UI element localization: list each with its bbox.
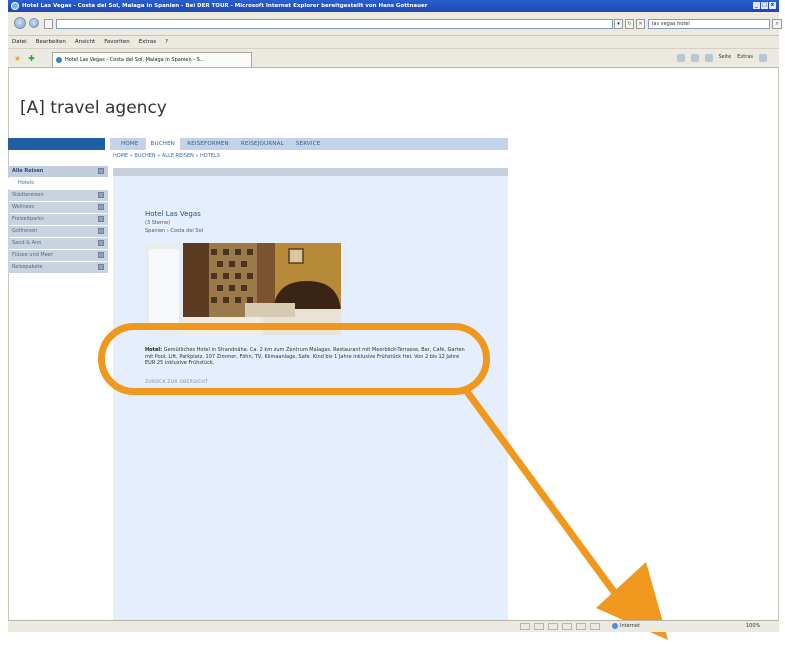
sidebar-item-alle-reisen[interactable]: Alle Reisen <box>8 166 108 177</box>
collapse-icon[interactable] <box>98 168 104 174</box>
expand-icon[interactable] <box>98 228 104 234</box>
sidebar-item-wellness[interactable]: Wellness <box>8 202 108 213</box>
address-input[interactable] <box>56 19 613 29</box>
globe-icon <box>612 622 618 629</box>
sidebar-header-bar <box>8 138 105 150</box>
zoom-level[interactable]: 100% <box>746 622 760 631</box>
sidebar-item-hotels[interactable]: Hotels <box>8 178 108 189</box>
sidebar-item-golfreisen[interactable]: Golfreisen <box>8 226 108 237</box>
security-zone-label: Internet <box>620 623 640 629</box>
main-navigation: HOME BUCHEN REISEFORMEN REISEJOURNAL SER… <box>110 138 508 150</box>
status-segment <box>576 623 586 630</box>
expand-icon[interactable] <box>98 216 104 222</box>
menu-help[interactable]: ? <box>165 36 168 48</box>
nav-reisejournal[interactable]: REISEJOURNAL <box>236 138 289 150</box>
nav-service[interactable]: SERVICE <box>291 138 326 150</box>
address-bar: ‹ › ▾ ↻ ✕ las vegas hotel ⌕ <box>8 12 782 36</box>
hotel-location: Spanien › Costa del Sol <box>145 228 204 234</box>
sidebar-item-reisepakete[interactable]: Reisepakete <box>8 262 108 273</box>
hotel-room-photo <box>145 243 341 335</box>
expand-icon[interactable] <box>98 252 104 258</box>
menu-favoriten[interactable]: Favoriten <box>104 36 129 48</box>
back-icon[interactable]: ‹ <box>14 17 26 29</box>
page-icon <box>44 19 53 29</box>
nav-buchen[interactable]: BUCHEN <box>145 138 181 150</box>
status-bar: Internet 100% <box>8 620 779 632</box>
expand-icon[interactable] <box>98 264 104 270</box>
print-icon[interactable] <box>704 54 713 62</box>
sidebar-item-label: Alle Reisen <box>12 168 44 174</box>
forward-icon[interactable]: › <box>29 18 39 28</box>
status-segment <box>520 623 530 630</box>
status-segment <box>590 623 600 630</box>
hotel-name: Hotel Las Vegas <box>145 210 201 218</box>
breadcrumb[interactable]: HOME » BUCHEN » ALLE REISEN » HOTELS <box>113 153 220 159</box>
status-segment <box>548 623 558 630</box>
nav-home[interactable]: HOME <box>116 138 144 150</box>
menu-bar: Datei Bearbeiten Ansicht Favoriten Extra… <box>8 36 779 49</box>
search-input[interactable]: las vegas hotel <box>648 19 770 29</box>
add-favorite-icon[interactable]: ✚ <box>27 54 36 63</box>
help-icon[interactable] <box>759 54 767 62</box>
status-segment <box>534 623 544 630</box>
site-title: [A] travel agency <box>20 98 167 118</box>
expand-icon[interactable] <box>98 192 104 198</box>
sidebar-item-label: Hotels <box>18 180 34 186</box>
sidebar-item-label: Sand & Ann <box>12 240 42 246</box>
maximize-button[interactable]: □ <box>761 2 768 9</box>
window-titlebar: Hotel Las Vegas - Costa del Sol, Malaga … <box>8 0 779 12</box>
menu-bearbeiten[interactable]: Bearbeiten <box>36 36 66 48</box>
sidebar-item-label: Städtereisen <box>12 192 44 198</box>
sidebar-item-staedtereisen[interactable]: Städtereisen <box>8 190 108 201</box>
close-window-button[interactable]: x <box>769 2 776 9</box>
sidebar-item-label: Reisepakete <box>12 264 43 270</box>
address-dropdown-icon[interactable]: ▾ <box>614 19 623 29</box>
browser-tab[interactable]: Hotel Las Vegas - Costa del Sol, Malaga … <box>52 52 252 67</box>
nav-reiseformen[interactable]: REISEFORMEN <box>182 138 234 150</box>
window-controls: _ □ x <box>753 2 776 9</box>
tools-menu[interactable]: Extras <box>737 54 753 62</box>
sidebar: Alle Reisen Hotels Städtereisen Wellness… <box>8 166 108 274</box>
content-header-stripe <box>113 168 508 176</box>
sidebar-item-sand-ann[interactable]: Sand & Ann <box>8 238 108 249</box>
home-icon[interactable] <box>676 54 685 62</box>
refresh-icon[interactable]: ↻ <box>625 19 634 29</box>
sidebar-item-fluesse-meer[interactable]: Flüsse und Meer <box>8 250 108 261</box>
menu-extras[interactable]: Extras <box>139 36 156 48</box>
search-icon[interactable]: ⌕ <box>772 19 782 29</box>
sidebar-item-label: Freizeitparks <box>12 216 44 222</box>
highlight-oval <box>98 323 490 395</box>
tab-title: Hotel Las Vegas - Costa del Sol, Malaga … <box>65 57 205 63</box>
expand-icon[interactable] <box>98 204 104 210</box>
status-segment <box>562 623 572 630</box>
favorites-star-icon[interactable]: ★ <box>13 54 22 63</box>
security-zone[interactable]: Internet <box>612 622 640 631</box>
menu-datei[interactable]: Datei <box>12 36 27 48</box>
hotel-room-illustration <box>145 243 341 335</box>
expand-icon[interactable] <box>98 240 104 246</box>
tab-bar: ★ ✚ Hotel Las Vegas - Costa del Sol, Mal… <box>8 49 779 68</box>
page-menu[interactable]: Seite <box>719 54 732 62</box>
window-title: Hotel Las Vegas - Costa del Sol, Malaga … <box>22 3 428 9</box>
sidebar-item-label: Golfreisen <box>12 228 38 234</box>
minimize-button[interactable]: _ <box>753 2 760 9</box>
internet-explorer-icon <box>11 2 19 10</box>
sidebar-item-label: Flüsse und Meer <box>12 252 53 258</box>
hotel-stars: (3 Sterne) <box>145 220 171 226</box>
sidebar-item-freizeitparks[interactable]: Freizeitparks <box>8 214 108 225</box>
command-bar: Seite Extras <box>676 54 767 62</box>
tab-favicon-icon <box>56 57 62 63</box>
feeds-icon[interactable] <box>690 54 699 62</box>
menu-ansicht[interactable]: Ansicht <box>75 36 95 48</box>
sidebar-item-label: Wellness <box>12 204 34 210</box>
stop-icon[interactable]: ✕ <box>636 19 645 29</box>
